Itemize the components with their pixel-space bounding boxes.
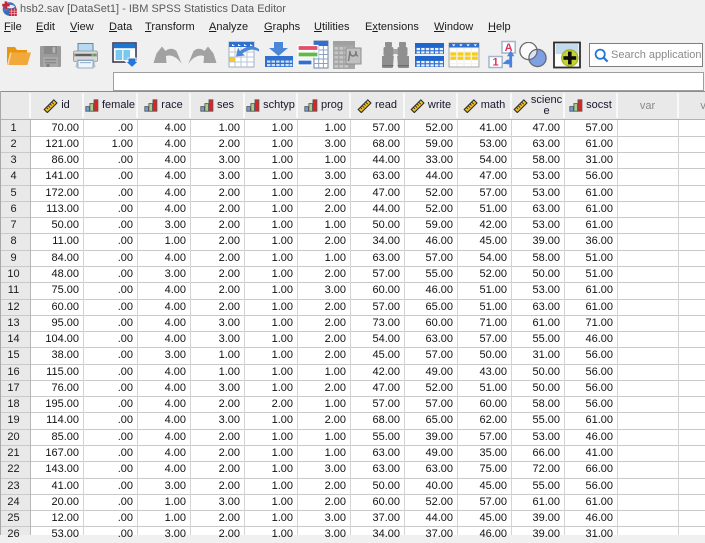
svg-text:1: 1	[493, 57, 499, 69]
